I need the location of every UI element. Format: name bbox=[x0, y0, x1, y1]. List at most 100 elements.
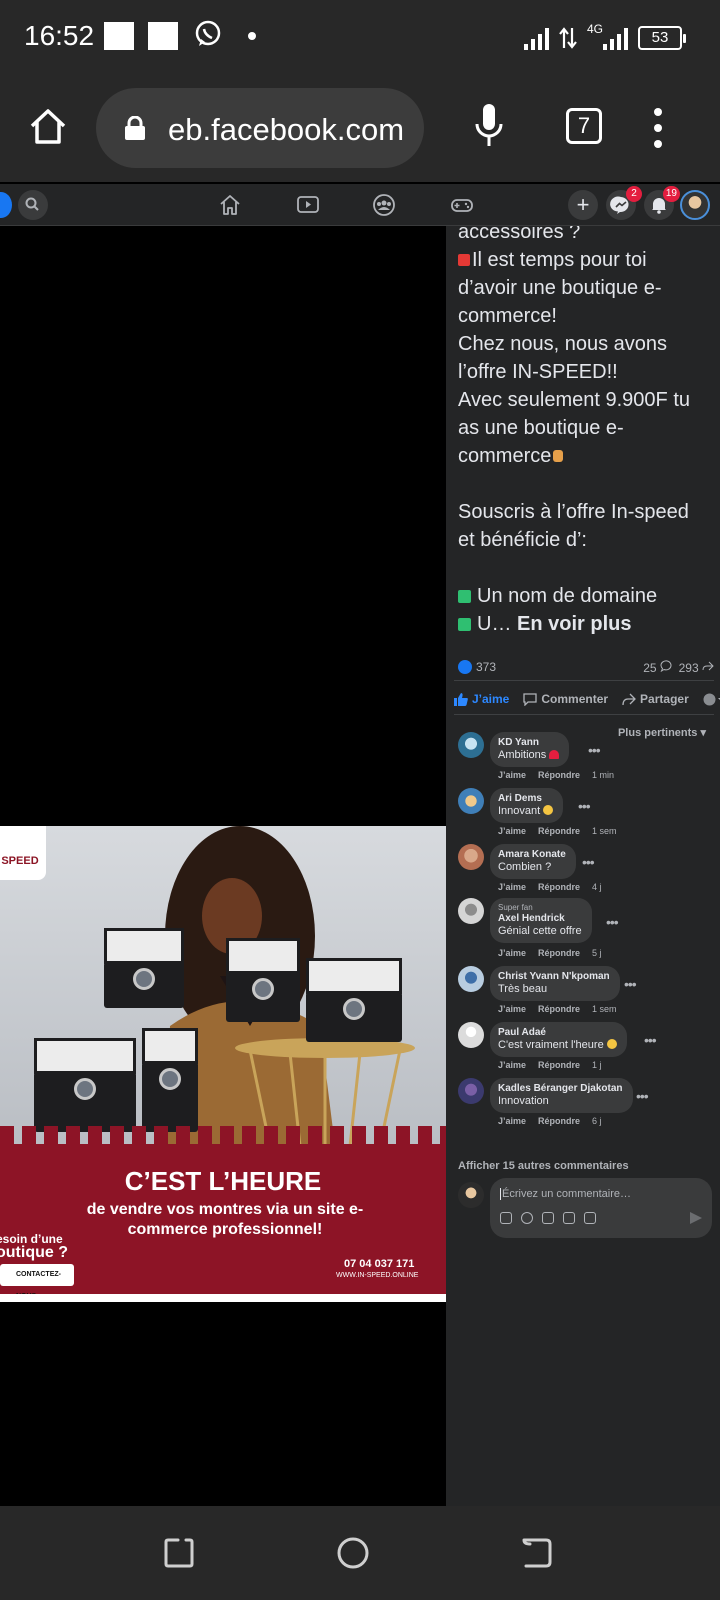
share-arrow-icon bbox=[702, 661, 714, 671]
search-button[interactable] bbox=[18, 190, 48, 220]
comment-like-button[interactable]: J’aime bbox=[498, 770, 526, 780]
comment-sort-dropdown[interactable]: Plus pertinents ▾ bbox=[618, 726, 706, 739]
comment-reply-button[interactable]: Répondre bbox=[538, 882, 580, 892]
check-emoji-icon bbox=[458, 590, 471, 603]
back-icon[interactable] bbox=[520, 1536, 554, 1570]
recents-icon[interactable] bbox=[162, 1536, 196, 1570]
avatar[interactable] bbox=[458, 844, 484, 870]
avatar-sticker-icon[interactable] bbox=[500, 1212, 512, 1224]
camera-icon[interactable] bbox=[542, 1212, 554, 1224]
notifications-button[interactable]: 19 bbox=[644, 186, 680, 220]
watch-box bbox=[306, 958, 402, 1042]
comment-options-icon[interactable]: ••• bbox=[588, 742, 601, 758]
emoji-icon[interactable] bbox=[521, 1212, 533, 1224]
messenger-button[interactable]: 2 bbox=[606, 186, 642, 220]
comment-like-button[interactable]: J’aime bbox=[498, 826, 526, 836]
home-icon[interactable] bbox=[218, 193, 242, 217]
avatar[interactable] bbox=[458, 966, 484, 992]
profile-avatar[interactable] bbox=[680, 190, 710, 220]
commenter-name[interactable]: Amara Konate bbox=[498, 849, 566, 860]
home-button-icon[interactable] bbox=[336, 1536, 370, 1570]
ad-bottom-border bbox=[0, 1294, 446, 1302]
watch-box bbox=[142, 1028, 198, 1132]
avatar[interactable] bbox=[458, 788, 484, 814]
share-button[interactable]: Partager bbox=[622, 692, 689, 706]
tab-switcher-button[interactable]: 7 bbox=[566, 108, 602, 144]
comment-meta: J’aime Répondre 1 j bbox=[498, 1060, 614, 1070]
shares-count: 293 bbox=[678, 661, 699, 675]
network-type: 4G bbox=[586, 22, 603, 36]
comment-bubble: Christ Yvann N'kpoman Très beau bbox=[490, 966, 620, 1001]
commenter-name[interactable]: Paul Adaé bbox=[498, 1027, 617, 1038]
microphone-icon[interactable] bbox=[474, 102, 504, 150]
comment-reply-button[interactable]: Répondre bbox=[538, 948, 580, 958]
comment-reply-button[interactable]: Répondre bbox=[538, 1004, 580, 1014]
browser-menu-icon[interactable] bbox=[654, 108, 662, 148]
comment-input[interactable]: Écrivez un commentaire… bbox=[490, 1178, 712, 1238]
comment-bubble: Super fan Axel Hendrick Génial cette off… bbox=[490, 898, 592, 943]
comment-text: Innovant bbox=[498, 805, 554, 817]
status-bar: 16:52 4G 53 bbox=[0, 0, 720, 72]
comment-button[interactable]: Commenter bbox=[523, 692, 608, 706]
comment-reply-button[interactable]: Répondre bbox=[538, 1116, 580, 1126]
comment-time: 6 j bbox=[592, 1116, 602, 1126]
comment-reply-button[interactable]: Répondre bbox=[538, 1060, 580, 1070]
comment-options-icon[interactable]: ••• bbox=[606, 914, 619, 930]
see-more-link[interactable]: En voir plus bbox=[517, 613, 631, 635]
watch-box bbox=[226, 938, 300, 1022]
comment-like-button[interactable]: J’aime bbox=[498, 882, 526, 892]
commenter-name[interactable]: Christ Yvann N'kpoman bbox=[498, 971, 610, 982]
messenger-badge: 2 bbox=[626, 186, 642, 202]
comment-options-icon[interactable]: ••• bbox=[624, 976, 637, 992]
comment-text: Innovation bbox=[498, 1095, 549, 1107]
commenter-name[interactable]: Kadles Béranger Djakotan bbox=[498, 1083, 623, 1094]
comment-options-icon[interactable]: ••• bbox=[644, 1032, 657, 1048]
comment-options-icon[interactable]: ••• bbox=[582, 854, 595, 870]
comment-time: 4 j bbox=[592, 882, 602, 892]
gaming-icon[interactable] bbox=[450, 193, 474, 217]
post-paragraph: Avec seulement 9.900F tu as une boutique… bbox=[458, 389, 690, 467]
avatar[interactable] bbox=[458, 1078, 484, 1104]
comment-tools bbox=[500, 1212, 596, 1224]
avatar[interactable] bbox=[458, 898, 484, 924]
audience-selector[interactable] bbox=[703, 693, 720, 706]
post-media-viewer[interactable]: SPEED C’EST L’HEURE de vendre vos montre… bbox=[0, 226, 446, 1506]
comment-reply-button[interactable]: Répondre bbox=[538, 826, 580, 836]
comment-like-button[interactable]: J’aime bbox=[498, 948, 526, 958]
comment-like-button[interactable]: J’aime bbox=[498, 1060, 526, 1070]
search-icon bbox=[25, 197, 39, 211]
super-fan-badge: Super fan bbox=[498, 903, 533, 912]
ad-image[interactable]: SPEED C’EST L’HEURE de vendre vos montre… bbox=[0, 826, 446, 1302]
show-more-comments-link[interactable]: Afficher 15 autres commentaires bbox=[458, 1160, 629, 1172]
avatar[interactable] bbox=[458, 1022, 484, 1048]
comment-text: Ambitions bbox=[498, 749, 560, 761]
comment-time: 1 sem bbox=[592, 1004, 617, 1014]
groups-icon[interactable] bbox=[372, 193, 396, 217]
comments-count: 25 bbox=[643, 661, 657, 675]
comment-like-button[interactable]: J’aime bbox=[498, 1116, 526, 1126]
watch-box bbox=[104, 928, 184, 1008]
home-icon[interactable] bbox=[28, 106, 68, 146]
facebook-logo-icon[interactable] bbox=[0, 192, 12, 218]
avatar[interactable] bbox=[458, 732, 484, 758]
post-text: accessoires ? Il est temps pour toi d’av… bbox=[458, 226, 708, 638]
comment-bubble: KD Yann Ambitions bbox=[490, 732, 570, 767]
commenter-name[interactable]: KD Yann bbox=[498, 737, 559, 748]
sticker-icon[interactable] bbox=[584, 1212, 596, 1224]
commenter-name[interactable]: Ari Dems bbox=[498, 793, 553, 804]
watch-video-icon[interactable] bbox=[296, 193, 320, 217]
commenter-name[interactable]: Axel Hendrick bbox=[498, 913, 582, 924]
comment-options-icon[interactable]: ••• bbox=[636, 1088, 649, 1104]
address-bar[interactable]: eb.facebook.com bbox=[96, 88, 424, 168]
ad-subline: de vendre vos montres via un site e-comm… bbox=[86, 1201, 364, 1238]
send-icon[interactable] bbox=[690, 1212, 702, 1224]
comment-like-button[interactable]: J’aime bbox=[498, 1004, 526, 1014]
comment-options-icon[interactable]: ••• bbox=[578, 798, 591, 814]
create-button[interactable]: + bbox=[568, 190, 598, 220]
like-button[interactable]: J’aime bbox=[454, 692, 509, 706]
comment-reply-button[interactable]: Répondre bbox=[538, 770, 580, 780]
post-counts[interactable]: 25 293 bbox=[643, 660, 714, 675]
notifications-badge: 19 bbox=[662, 186, 680, 202]
gif-icon[interactable] bbox=[563, 1212, 575, 1224]
reactions-summary[interactable]: 373 25 293 bbox=[458, 660, 714, 678]
